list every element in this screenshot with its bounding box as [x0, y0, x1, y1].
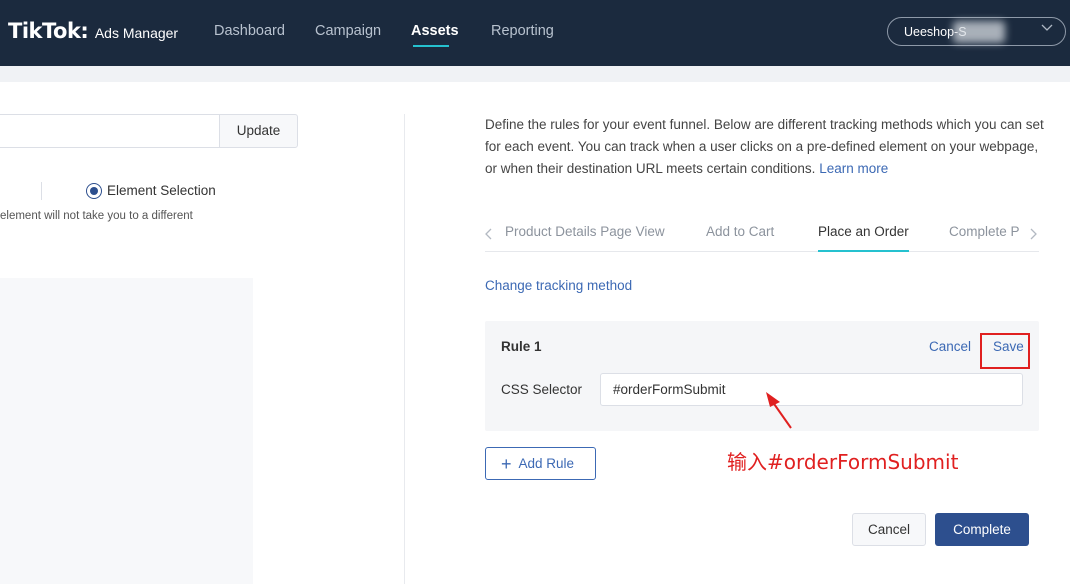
nav-campaign[interactable]: Campaign [315, 23, 381, 39]
description-text: Define the rules for your event funnel. … [485, 117, 1044, 176]
logo-product: Ads Manager [94, 25, 179, 41]
rule-title: Rule 1 [501, 339, 542, 354]
nav-active-indicator [413, 45, 449, 47]
website-url-input[interactable] [0, 114, 221, 148]
sub-header-strip [0, 66, 1070, 82]
account-name-redaction [953, 21, 1005, 43]
add-rule-label: Add Rule [518, 456, 575, 471]
learn-more-link[interactable]: Learn more [819, 161, 888, 176]
nav-assets[interactable]: Assets [411, 23, 459, 39]
top-navigation-bar: TikTok : Ads Manager Dashboard Campaign … [0, 0, 1070, 66]
logo-colon: : [80, 19, 89, 43]
complete-button[interactable]: Complete [935, 513, 1029, 546]
event-step-tabs: Product Details Page View Add to Cart Pl… [485, 220, 1039, 252]
tab-add-to-cart[interactable]: Add to Cart [706, 224, 774, 239]
chevron-down-icon[interactable] [1041, 21, 1053, 35]
tiktok-ads-manager-logo[interactable]: TikTok : Ads Manager [8, 19, 178, 43]
add-rule-button[interactable]: + Add Rule [485, 447, 596, 480]
cancel-button[interactable]: Cancel [852, 513, 926, 546]
element-selection-label[interactable]: Element Selection [107, 183, 216, 198]
tab-active-indicator [818, 250, 909, 252]
tracking-hint: element will not take you to a different [0, 210, 193, 222]
chevron-right-icon[interactable] [1029, 223, 1037, 243]
update-button[interactable]: Update [219, 114, 298, 148]
nav-reporting[interactable]: Reporting [491, 23, 554, 39]
chevron-left-icon[interactable] [485, 223, 493, 243]
element-selection-radio[interactable] [86, 183, 102, 199]
tab-complete-payment[interactable]: Complete P [949, 224, 1021, 239]
tab-place-an-order[interactable]: Place an Order [818, 224, 909, 239]
css-selector-label: CSS Selector [501, 382, 583, 397]
funnel-description: Define the rules for your event funnel. … [485, 114, 1047, 180]
save-highlight-box [980, 333, 1030, 369]
annotation-text: 输入#orderFormSubmit [727, 450, 959, 474]
page-preview-area[interactable] [0, 278, 253, 584]
radio-selected-dot [90, 187, 98, 195]
rule-cancel-button[interactable]: Cancel [929, 339, 971, 354]
logo-brand: TikTok [8, 19, 81, 43]
tab-product-details-page-view[interactable]: Product Details Page View [505, 224, 665, 239]
plus-icon: + [501, 453, 512, 474]
change-tracking-method-link[interactable]: Change tracking method [485, 278, 632, 293]
option-divider [41, 182, 42, 200]
panel-divider [404, 114, 405, 584]
nav-dashboard[interactable]: Dashboard [214, 23, 285, 39]
css-selector-input[interactable]: #orderFormSubmit [600, 373, 1023, 406]
